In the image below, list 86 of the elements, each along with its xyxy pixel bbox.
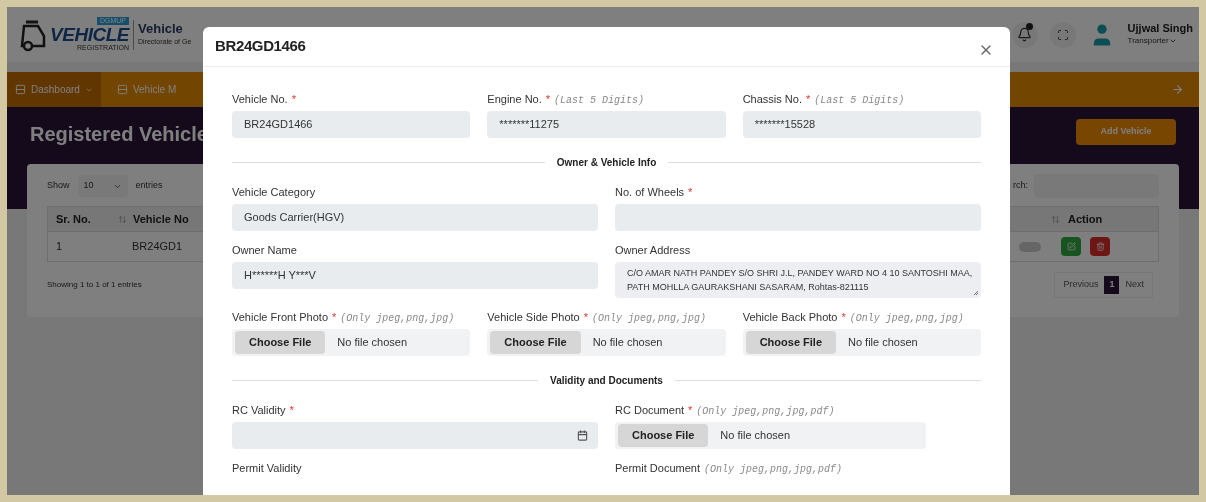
field-label: Permit Validity xyxy=(232,462,302,475)
field-label: Owner Name xyxy=(232,244,297,257)
modal-title: BR24GD1466 xyxy=(215,36,306,57)
table-info: Showing 1 to 1 of 1 entries xyxy=(47,279,142,291)
file-status: No file chosen xyxy=(848,335,918,351)
field-label: Permit Document xyxy=(615,462,700,475)
choose-file-button[interactable]: Choose File xyxy=(490,331,581,354)
page-number[interactable]: 1 xyxy=(1104,276,1120,294)
required-mark: * xyxy=(291,93,296,106)
previous-link[interactable]: Previous xyxy=(1063,278,1099,292)
delete-button[interactable] xyxy=(1090,237,1110,256)
entries-label: entries xyxy=(135,179,163,193)
field-label: Vehicle Back Photo xyxy=(742,311,838,324)
menu-icon xyxy=(116,84,128,95)
choose-file-button[interactable]: Choose File xyxy=(618,424,709,447)
menu-icon xyxy=(15,84,26,95)
page-size-select[interactable]: 10 xyxy=(77,175,128,197)
field-label: Chassis No. xyxy=(742,93,802,106)
user-name: Ujjwal Singh xyxy=(1127,22,1193,35)
edit-icon[interactable] xyxy=(1066,242,1076,251)
sort-icon[interactable] xyxy=(1051,214,1060,224)
field-label: Vehicle No. xyxy=(232,93,288,106)
field-label: Vehicle Category xyxy=(232,186,316,199)
truck-icon xyxy=(18,20,48,52)
required-mark: * xyxy=(688,186,693,199)
field-hint: (Only jpeg,png,jpg) xyxy=(849,312,964,326)
choose-file-button[interactable]: Choose File xyxy=(745,331,836,354)
field-hint: (Last 5 Digits) xyxy=(554,94,645,108)
table-cell-text: 1 xyxy=(55,239,64,255)
app-title: Vehicle xyxy=(138,21,184,38)
trash-icon[interactable] xyxy=(1095,242,1105,251)
text-field[interactable]: BR24GD1466 xyxy=(232,111,471,138)
column-header[interactable]: Action xyxy=(1068,210,1158,228)
next-link[interactable]: Next xyxy=(1125,278,1144,292)
field-label: Vehicle Front Photo xyxy=(232,311,328,324)
required-mark: * xyxy=(805,93,811,106)
date-field[interactable] xyxy=(232,422,598,449)
choose-file-button[interactable]: Choose File xyxy=(235,331,326,354)
field-hint: (Only jpeg,png,jpg) xyxy=(340,312,455,326)
sort-icon[interactable] xyxy=(118,214,127,224)
file-field[interactable]: Choose File No file chosen xyxy=(742,329,981,356)
field-label: Owner Address xyxy=(615,244,691,257)
fullscreen-button[interactable] xyxy=(1049,21,1076,48)
arrow-right-icon[interactable] xyxy=(1171,83,1184,96)
resize-handle-icon[interactable] xyxy=(973,290,979,296)
status-toggle[interactable] xyxy=(1019,241,1041,252)
table-cell-text: BR24GD1 xyxy=(132,239,184,255)
required-mark: * xyxy=(332,311,337,324)
required-mark: * xyxy=(841,311,846,324)
field-hint: (Only jpeg,png,jpg) xyxy=(591,312,706,326)
text-field[interactable]: Goods Carrier(HGV) xyxy=(232,204,598,231)
file-field[interactable]: Choose File No file chosen xyxy=(615,422,926,449)
field-label: Engine No. xyxy=(487,93,542,106)
show-label: Show xyxy=(47,179,70,193)
search-label: rch: xyxy=(1013,179,1028,193)
file-status: No file chosen xyxy=(592,335,663,351)
required-mark: * xyxy=(289,404,294,417)
file-field[interactable]: Choose File No file chosen xyxy=(232,329,471,356)
file-status: No file chosen xyxy=(720,428,791,444)
required-mark: * xyxy=(545,93,551,106)
edit-button[interactable] xyxy=(1061,237,1081,256)
field-label: RC Document xyxy=(615,404,685,417)
field-label: RC Validity xyxy=(232,404,286,417)
column-header[interactable]: Vehicle No xyxy=(133,210,203,228)
fullscreen-icon[interactable] xyxy=(1056,28,1069,41)
text-field[interactable]: *******11275 xyxy=(487,111,726,138)
file-field[interactable]: Choose File No file chosen xyxy=(487,329,726,356)
required-mark: * xyxy=(688,404,693,417)
field-label: Vehicle Side Photo xyxy=(487,311,580,324)
text-field[interactable]: H******H Y***V xyxy=(232,262,598,289)
field-hint: (Only jpeg,png,jpg,pdf) xyxy=(704,463,842,477)
column-header[interactable]: Sr. No. xyxy=(48,210,118,228)
required-mark: * xyxy=(583,311,588,324)
field-hint: (Only jpeg,png,jpg,pdf) xyxy=(696,405,835,419)
address-field[interactable]: C/O AMAR NATH PANDEY S/O SHRI J.L, PANDEY WARD NO 4 10 SANTOSHI MAA, PATH MOHLLA GAURAKSHANI SASARAM, Rohtas-821115 xyxy=(615,262,981,298)
section-heading: Owner & Vehicle Info xyxy=(556,155,657,170)
field-hint: (Last 5 Digits) xyxy=(814,94,905,108)
user-role[interactable]: Transporter xyxy=(1127,35,1169,47)
field-label: No. of Wheels xyxy=(615,186,685,199)
text-field[interactable]: *******15528 xyxy=(742,111,981,138)
notification-button[interactable] xyxy=(1011,21,1038,48)
file-status: No file chosen xyxy=(337,335,408,351)
section-heading: Validity and Documents xyxy=(550,373,663,388)
bell-icon[interactable] xyxy=(1017,27,1033,42)
caret-icon[interactable] xyxy=(1168,37,1177,45)
calendar-icon[interactable] xyxy=(577,430,588,441)
